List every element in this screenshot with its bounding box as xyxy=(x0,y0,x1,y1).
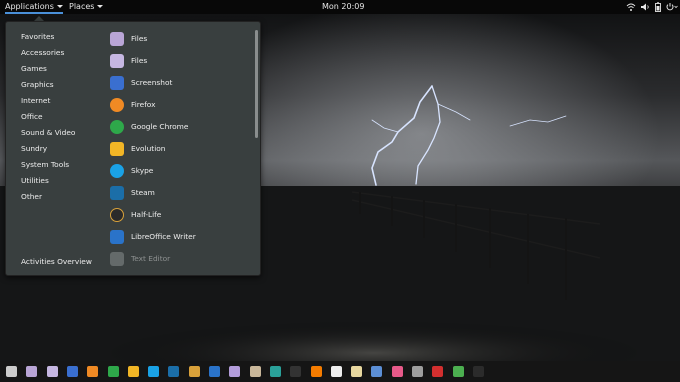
camera-icon xyxy=(110,76,124,90)
steam-icon xyxy=(110,186,124,200)
settings-icon[interactable] xyxy=(371,366,383,377)
app-item-files-2[interactable]: Files xyxy=(110,54,250,70)
places-label: Places xyxy=(69,2,95,11)
video-player-icon[interactable] xyxy=(290,366,302,377)
mail-icon[interactable] xyxy=(127,366,139,377)
category-favorites[interactable]: Favorites xyxy=(21,32,54,41)
chrome-icon xyxy=(110,120,124,134)
applications-menu-button[interactable]: Applications xyxy=(5,0,63,14)
app-item-firefox[interactable]: Firefox xyxy=(110,98,250,114)
category-games[interactable]: Games xyxy=(21,64,47,73)
category-sundry[interactable]: Sundry xyxy=(21,144,47,153)
folder-icon[interactable] xyxy=(26,366,38,377)
folder-icon xyxy=(110,54,124,68)
app-label: Steam xyxy=(131,188,155,197)
category-internet[interactable]: Internet xyxy=(21,96,50,105)
volume-icon[interactable] xyxy=(640,2,650,12)
app-label: Evolution xyxy=(131,144,166,153)
app-label: Files xyxy=(131,34,148,43)
terminal-icon[interactable] xyxy=(472,366,484,377)
power-icon[interactable] xyxy=(665,2,678,12)
music-icon[interactable] xyxy=(330,366,342,377)
steam-icon[interactable] xyxy=(168,366,180,377)
app-item-google-chrome[interactable]: Google Chrome xyxy=(110,120,250,136)
app-item-skype[interactable]: Skype xyxy=(110,164,250,180)
menu-scrollbar[interactable] xyxy=(255,30,258,138)
writer-icon[interactable] xyxy=(209,366,220,377)
activities-overview-link[interactable]: Activities Overview xyxy=(21,257,92,266)
app-item-screenshot[interactable]: Screenshot xyxy=(110,76,250,92)
app-item-evolution[interactable]: Evolution xyxy=(110,142,250,158)
grid-icon[interactable] xyxy=(6,366,17,377)
app-label: Files xyxy=(131,56,148,65)
app-label: Skype xyxy=(131,166,154,175)
category-utilities[interactable]: Utilities xyxy=(21,176,49,185)
app-label: Google Chrome xyxy=(131,122,189,131)
app-label: Half-Life xyxy=(131,210,162,219)
image-viewer-icon[interactable] xyxy=(269,366,281,377)
category-system-tools[interactable]: System Tools xyxy=(21,160,69,169)
disk-icon[interactable] xyxy=(391,366,403,377)
category-graphics[interactable]: Graphics xyxy=(21,80,54,89)
app-label: Firefox xyxy=(131,100,156,109)
wifi-icon[interactable] xyxy=(626,2,636,12)
chevron-down-icon xyxy=(97,5,104,8)
app-item-steam[interactable]: Steam xyxy=(110,186,250,202)
skype-icon xyxy=(110,164,124,178)
box-icon[interactable] xyxy=(249,366,261,377)
text-editor-icon xyxy=(110,252,124,266)
mail-icon xyxy=(110,142,124,156)
battery-icon[interactable] xyxy=(654,2,662,12)
archive-icon[interactable] xyxy=(351,366,363,377)
app-item-half-life[interactable]: Half-Life xyxy=(110,208,250,224)
fedora-icon[interactable] xyxy=(432,366,444,377)
half-life-icon xyxy=(110,208,124,222)
app-label: LibreOffice Writer xyxy=(131,232,196,241)
firefox-icon xyxy=(110,98,124,112)
chevron-down-icon xyxy=(56,5,63,8)
skype-icon[interactable] xyxy=(148,366,160,377)
app-item-text-editor[interactable]: Text Editor xyxy=(110,252,250,268)
half-life-icon[interactable] xyxy=(188,366,200,377)
chrome-icon[interactable] xyxy=(107,366,119,377)
folder-icon[interactable] xyxy=(46,366,58,377)
text-editor-icon[interactable] xyxy=(229,366,241,377)
app-label: Text Editor xyxy=(131,254,171,263)
app-item-libreoffice-writer[interactable]: LibreOffice Writer xyxy=(110,230,250,246)
app-label: Screenshot xyxy=(131,78,173,87)
firefox-icon[interactable] xyxy=(87,366,99,377)
category-other[interactable]: Other xyxy=(21,192,42,201)
category-accessories[interactable]: Accessories xyxy=(21,48,64,57)
nvidia-icon[interactable] xyxy=(452,366,464,377)
applications-label: Applications xyxy=(5,2,54,11)
clock[interactable]: Mon 20:09 xyxy=(322,0,364,14)
places-menu-button[interactable]: Places xyxy=(69,0,104,14)
media-icon[interactable] xyxy=(310,366,322,377)
applications-menu: Favorites Accessories Games Graphics Int… xyxy=(5,21,261,276)
category-sound-video[interactable]: Sound & Video xyxy=(21,128,75,137)
calculator-icon[interactable] xyxy=(412,366,423,377)
top-bar: Applications Places Mon 20:09 xyxy=(0,0,680,14)
writer-icon xyxy=(110,230,124,244)
folder-icon xyxy=(110,32,124,46)
camera-icon[interactable] xyxy=(66,366,78,377)
category-office[interactable]: Office xyxy=(21,112,43,121)
app-item-files[interactable]: Files xyxy=(110,32,250,48)
